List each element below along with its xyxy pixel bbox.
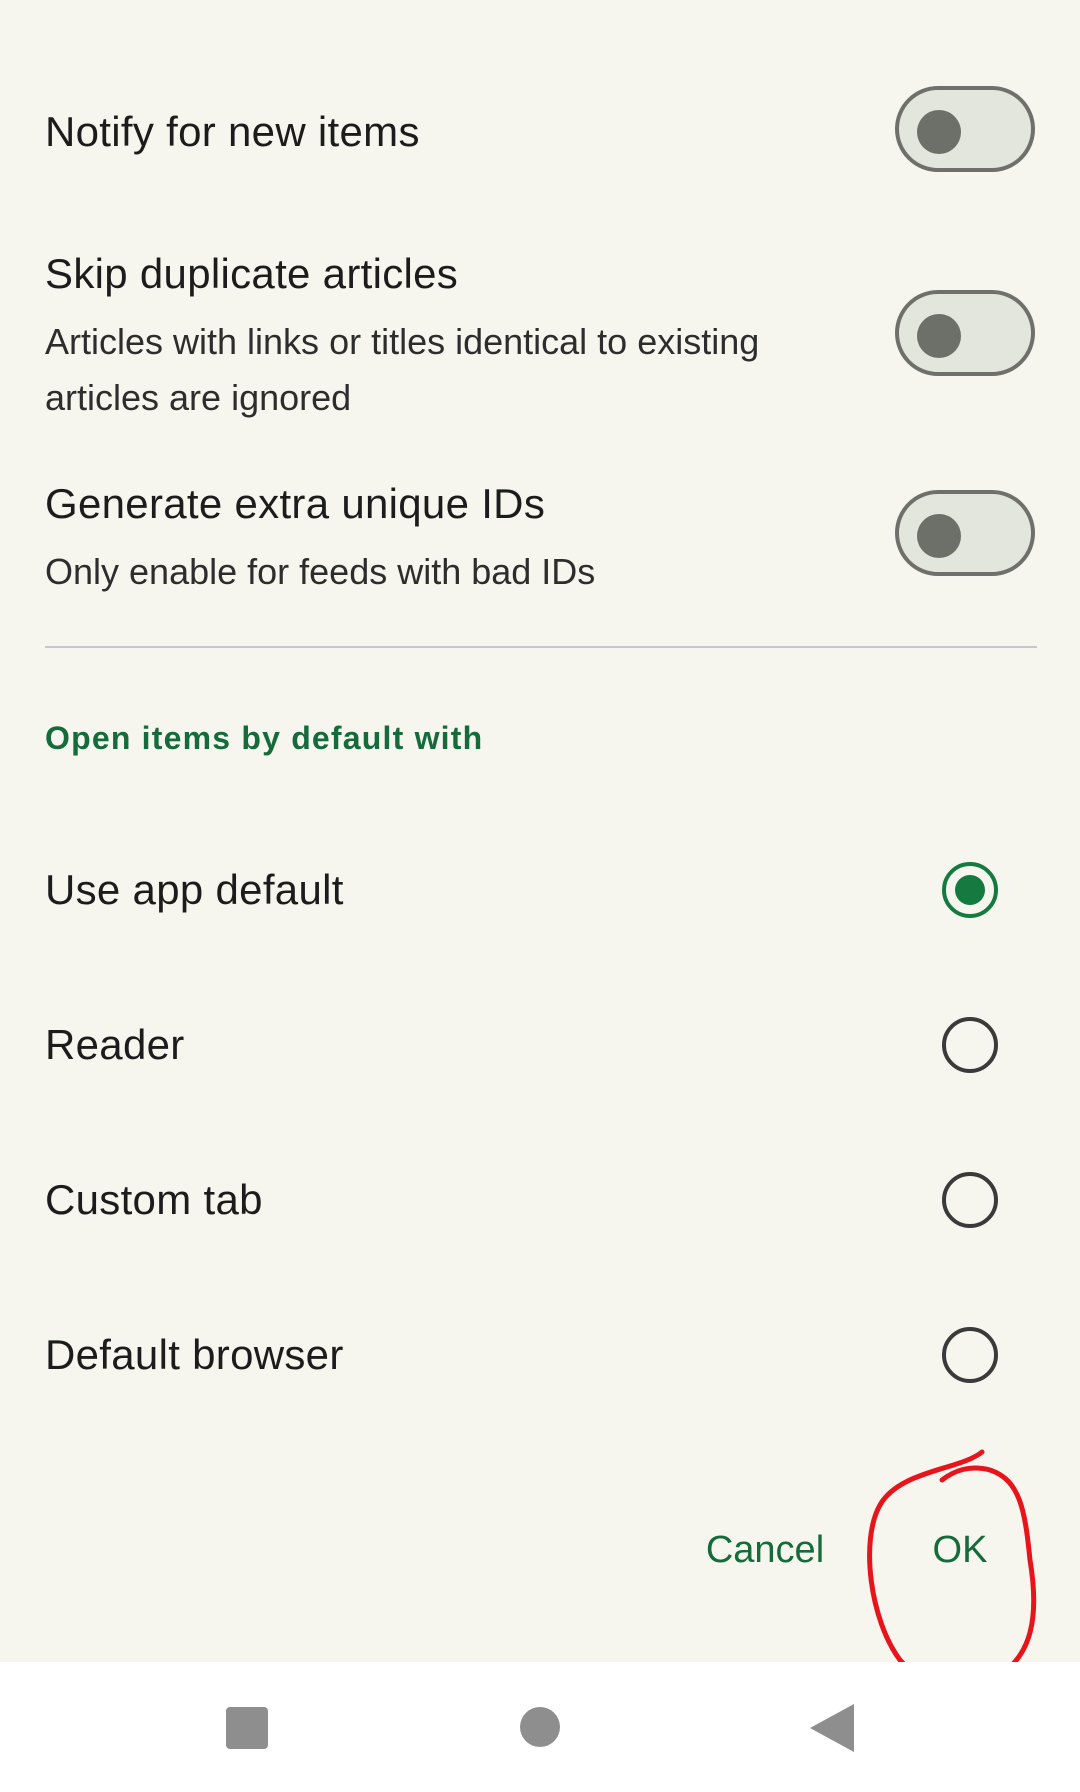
radio-label: Reader <box>45 1021 185 1068</box>
skip-duplicates-subtitle: Articles with links or titles identical … <box>45 321 760 418</box>
navigation-bar <box>0 1662 1080 1792</box>
extra-ids-subtitle: Only enable for feeds with bad IDs <box>45 551 596 592</box>
extra-ids-title: Generate extra unique IDs <box>45 480 546 527</box>
feed-options-dialog: Notify for new items Skip duplicate arti… <box>0 0 1080 1792</box>
radio-button[interactable] <box>942 1172 998 1228</box>
divider <box>45 646 1037 648</box>
ok-button[interactable]: OK <box>910 1520 1010 1580</box>
radio-row-custom-tab[interactable]: Custom tab <box>0 1125 1080 1275</box>
radio-button[interactable] <box>942 1327 998 1383</box>
skip-duplicates-row[interactable]: Skip duplicate articles Articles with li… <box>0 240 1080 430</box>
radio-button-selected[interactable] <box>942 862 998 918</box>
extra-ids-toggle[interactable] <box>895 490 1035 576</box>
notify-row[interactable]: Notify for new items <box>0 80 1080 190</box>
radio-label: Use app default <box>45 866 344 913</box>
notify-title: Notify for new items <box>45 108 420 155</box>
toggle-thumb <box>917 314 961 358</box>
toggle-thumb <box>917 110 961 154</box>
radio-button[interactable] <box>942 1017 998 1073</box>
extra-ids-row[interactable]: Generate extra unique IDs Only enable fo… <box>0 470 1080 600</box>
recents-square-icon[interactable] <box>226 1707 268 1749</box>
cancel-button[interactable]: Cancel <box>690 1520 840 1580</box>
radio-row-use-app-default[interactable]: Use app default <box>0 815 1080 965</box>
back-triangle-icon[interactable] <box>810 1704 854 1752</box>
radio-row-reader[interactable]: Reader <box>0 970 1080 1120</box>
skip-duplicates-toggle[interactable] <box>895 290 1035 376</box>
open-with-header: Open items by default with <box>45 720 484 756</box>
skip-duplicates-title: Skip duplicate articles <box>45 250 459 297</box>
radio-label: Default browser <box>45 1331 344 1378</box>
radio-dot <box>955 875 985 905</box>
radio-label: Custom tab <box>45 1176 263 1223</box>
radio-row-default-browser[interactable]: Default browser <box>0 1280 1080 1430</box>
toggle-thumb <box>917 514 961 558</box>
home-circle-icon[interactable] <box>520 1707 560 1747</box>
notify-toggle[interactable] <box>895 86 1035 172</box>
